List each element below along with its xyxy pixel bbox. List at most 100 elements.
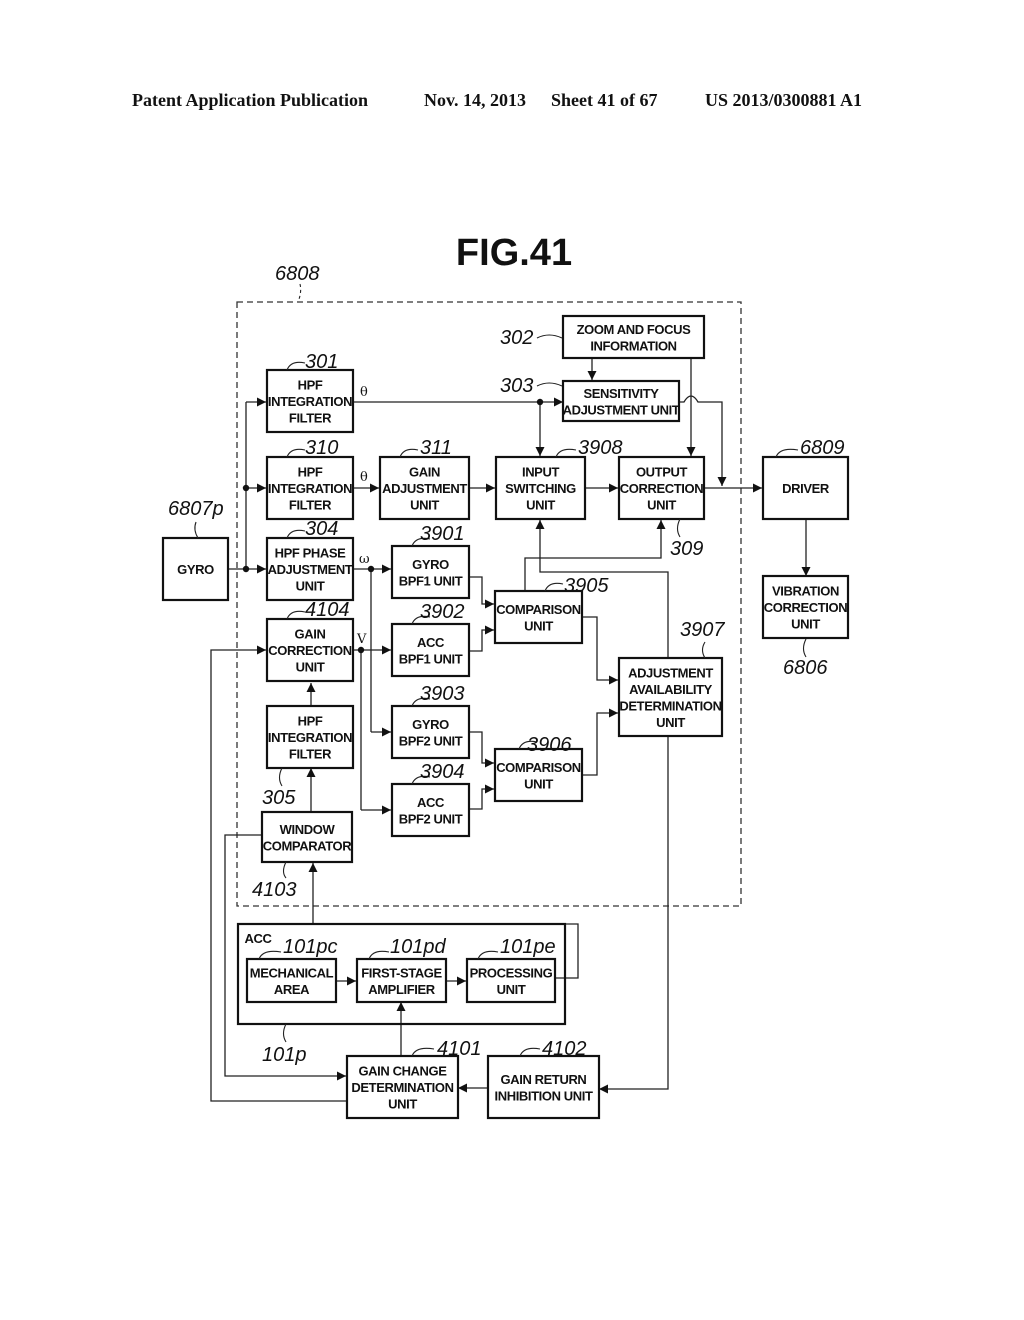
- leader-3905: [544, 582, 564, 592]
- block-adj3907-label: DETERMINATION: [619, 698, 721, 713]
- block-mech: MECHANICAL AREA: [245, 957, 338, 1004]
- block-comp3906-label: UNIT: [524, 776, 553, 791]
- block-comp3906: COMPARISONUNIT: [493, 747, 584, 803]
- block-gyrobpf1-frame: [390, 544, 471, 600]
- block-gyro: GYRO: [161, 536, 230, 602]
- block-gcd4101-label: DETERMINATION: [351, 1080, 453, 1095]
- block-amp-label: AMPLIFIER: [368, 982, 435, 997]
- block-hpf305-label: FILTER: [289, 747, 332, 762]
- block-proc-label: UNIT: [497, 982, 526, 997]
- block-adj3907: ADJUSTMENT AVAILABILITYDETERMINATION UNIT: [617, 656, 724, 738]
- ref-numeral-3902: 3902: [420, 601, 465, 623]
- leader-302: [536, 334, 563, 339]
- block-gyro-label: GYRO: [177, 562, 214, 577]
- block-gyrobpf1-label: BPF1 UNIT: [399, 573, 463, 588]
- ref-numeral-6806: 6806: [783, 657, 828, 679]
- ref-numeral-6807p: 6807p: [168, 498, 224, 520]
- block-gyrobpf2-label: GYRO: [412, 717, 449, 732]
- ref-numeral-4104: 4104: [305, 599, 350, 621]
- block-hpf305: HPFINTEGRATION FILTER: [265, 704, 355, 770]
- block-input3908-label: SWITCHING: [505, 481, 576, 496]
- block-gain311: GAINADJUSTMENT UNIT: [378, 455, 471, 521]
- line-comp3905-to-adj3907: [582, 616, 618, 685]
- leader-4103: [282, 861, 287, 879]
- block-gri4102: GAIN RETURNINHIBITION UNIT: [486, 1054, 601, 1120]
- signal-v: V: [356, 632, 367, 647]
- block-comp3906-label: COMPARISON: [496, 760, 581, 775]
- leader-101pc: [258, 950, 282, 960]
- leader-101p: [282, 1023, 287, 1043]
- block-comp3905-label: UNIT: [524, 618, 553, 633]
- block-gain311-label: GAIN: [409, 465, 440, 480]
- block-mech-label: AREA: [274, 982, 310, 997]
- block-sens303: SENSITIVITYADJUSTMENT UNIT: [561, 379, 680, 423]
- block-hpf304: HPF PHASEADJUSTMENT UNIT: [265, 536, 355, 602]
- block-amp-label: FIRST-STAGE: [361, 965, 442, 980]
- signal-omega: ω: [359, 552, 370, 567]
- block-vib6806: VIBRATIONCORRECTION UNIT: [761, 574, 850, 640]
- block-gyrobpf2-label: BPF2 UNIT: [399, 733, 463, 748]
- leader-101pe: [477, 950, 499, 960]
- ref-numeral-101pc: 101pc: [283, 936, 338, 958]
- block-output309-label: OUTPUT: [636, 465, 688, 480]
- leader-3908: [555, 448, 577, 458]
- block-hpf301: HPFINTEGRATION FILTER: [265, 368, 355, 434]
- leader-4101: [411, 1047, 435, 1057]
- block-hpf310: HPFINTEGRATION FILTER: [265, 455, 355, 521]
- block-adj3907-label: ADJUSTMENT: [628, 665, 713, 680]
- block-gcd4101-label: UNIT: [388, 1097, 417, 1112]
- ref-numeral-101pd: 101pd: [390, 936, 446, 958]
- leader-6807p: [194, 521, 199, 539]
- block-hpf305-label: HPF: [298, 714, 323, 729]
- ref-numeral-303: 303: [500, 375, 533, 397]
- leader-6809: [775, 448, 799, 458]
- ref-numeral-4102: 4102: [542, 1038, 587, 1060]
- ref-numeral-310: 310: [305, 437, 338, 459]
- block-output309: OUTPUTCORRECTION UNIT: [617, 455, 706, 521]
- block-sens303-label: SENSITIVITY: [583, 386, 659, 401]
- leader-304: [286, 529, 306, 539]
- block-gain311-label: UNIT: [410, 498, 439, 513]
- block-comp3905: COMPARISONUNIT: [493, 589, 584, 645]
- block-comp3905-label: COMPARISON: [496, 602, 581, 617]
- ref-numeral-101p: 101p: [262, 1044, 307, 1066]
- ref-numeral-301: 301: [305, 351, 338, 373]
- block-driver: DRIVER: [761, 455, 850, 521]
- block-input3908: INPUTSWITCHING UNIT: [494, 455, 587, 521]
- leader-301: [286, 361, 306, 371]
- ref-numeral-3905: 3905: [564, 575, 609, 597]
- block-amp: FIRST-STAGE AMPLIFIER: [355, 957, 448, 1004]
- block-accbpf2: ACCBPF2 UNIT: [390, 782, 471, 838]
- block-proc: PROCESSING UNIT: [465, 957, 557, 1004]
- ref-numeral-3906: 3906: [527, 734, 572, 756]
- block-gain311-label: ADJUSTMENT: [382, 481, 467, 496]
- block-sens303-label: ADJUSTMENT UNIT: [563, 402, 680, 417]
- block-input3908-label: INPUT: [522, 465, 559, 480]
- leader-4102: [519, 1047, 541, 1057]
- block-gyrobpf2: GYROBPF2 UNIT: [390, 704, 471, 760]
- block-diagram: GYRO HPFINTEGRATIONFILTER HPFINTEGRATIONFI…: [161, 263, 850, 1120]
- line-adj3907-to-gainreturn: [599, 736, 669, 1094]
- block-window4103: WINDOWCOMPARATOR: [260, 810, 354, 864]
- block-gyrobpf2-frame: [390, 704, 471, 760]
- ref-numeral-6809: 6809: [800, 437, 845, 459]
- block-gain4104-label: CORRECTION: [268, 643, 351, 658]
- block-hpf304-label: HPF PHASE: [275, 546, 347, 561]
- line-gyrobpf1-to-comp3905: [469, 576, 494, 609]
- line-gyrobpf2-to-comp3906: [469, 731, 494, 768]
- block-gain4104-label: UNIT: [296, 660, 325, 675]
- block-gcd4101: GAIN CHANGEDETERMINATION UNIT: [345, 1054, 460, 1120]
- block-accbpf2-label: BPF2 UNIT: [399, 811, 463, 826]
- leader-6806: [802, 638, 807, 658]
- line-accbpf1-to-comp3905: [469, 625, 494, 652]
- block-accbpf1-label: ACC: [417, 635, 445, 650]
- line-accbpf2-to-comp3906: [469, 784, 494, 810]
- ref-numeral-6808: 6808: [275, 263, 320, 285]
- ref-numeral-3903: 3903: [420, 683, 465, 705]
- block-vib6806-label: UNIT: [791, 617, 820, 632]
- leader-4104: [286, 610, 306, 620]
- block-hpf304-label: ADJUSTMENT: [268, 562, 353, 577]
- block-hpf304-label: UNIT: [296, 579, 325, 594]
- leader-309: [676, 518, 681, 538]
- block-gri4102-label: GAIN RETURN: [501, 1072, 587, 1087]
